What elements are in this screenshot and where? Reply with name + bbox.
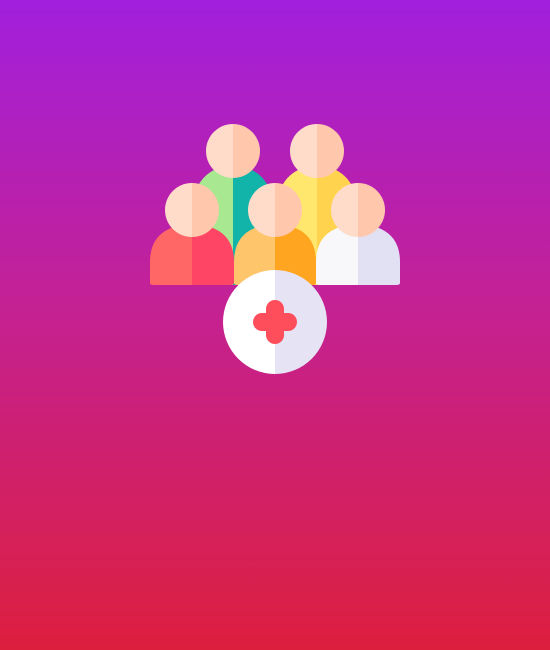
app-screen — [0, 0, 550, 650]
medical-cross-badge-icon — [223, 270, 327, 374]
group-medical-care-icon — [150, 124, 400, 374]
